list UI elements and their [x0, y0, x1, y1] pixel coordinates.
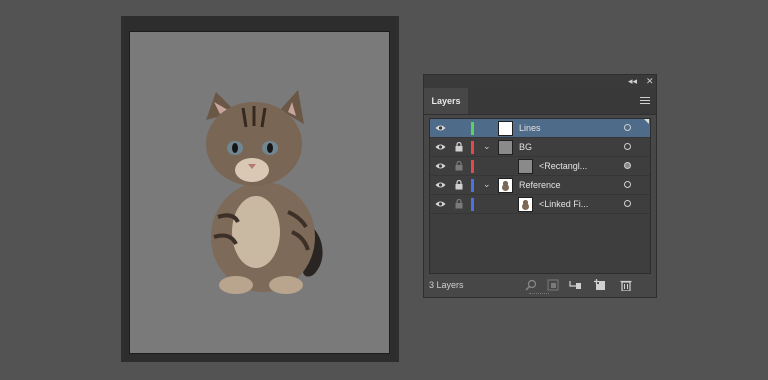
target-circle-icon[interactable]	[624, 124, 631, 131]
artboard-frame	[121, 16, 399, 362]
target-circle-icon[interactable]	[624, 200, 631, 207]
target-circle-icon[interactable]	[624, 143, 631, 150]
target-circle-icon[interactable]	[624, 181, 631, 188]
layer-name[interactable]: Reference	[519, 176, 561, 195]
layer-thumbnail-kitten	[498, 178, 513, 193]
layers-panel: ◂◂ ✕ Layers Lines ⌄ BG <Rectangl... ⌄ Re…	[423, 74, 657, 298]
panel-footer: 3 Layers	[424, 275, 656, 297]
panel-resize-grip[interactable]	[529, 293, 549, 296]
lock-icon[interactable]	[455, 161, 463, 171]
collapse-panel-icon[interactable]: ◂◂	[628, 75, 637, 88]
layer-count: 3 Layers	[429, 280, 464, 290]
visibility-eye-icon[interactable]	[435, 143, 446, 151]
layer-thumbnail-kitten	[518, 197, 533, 212]
target-circle-icon[interactable]	[624, 162, 631, 169]
panel-tab-row: Layers	[424, 88, 656, 115]
layer-row-reference[interactable]: ⌄ Reference	[430, 176, 650, 195]
trash-icon[interactable]	[620, 279, 632, 291]
artboard[interactable]	[129, 31, 390, 354]
layer-color-indicator	[471, 160, 474, 173]
layers-list: Lines ⌄ BG <Rectangl... ⌄ Reference <Lin…	[429, 118, 651, 274]
layer-color-indicator	[471, 141, 474, 154]
layer-row-lines[interactable]: Lines	[430, 119, 650, 138]
layer-thumbnail	[498, 121, 513, 136]
chevron-down-icon[interactable]: ⌄	[483, 179, 491, 190]
layer-row-bg[interactable]: ⌄ BG	[430, 138, 650, 157]
visibility-eye-icon[interactable]	[435, 181, 446, 189]
layer-name[interactable]: BG	[519, 138, 532, 157]
layer-name[interactable]: Lines	[519, 119, 541, 138]
selection-corner-indicator	[644, 119, 649, 124]
close-panel-icon[interactable]: ✕	[646, 75, 654, 88]
layer-name[interactable]: <Rectangl...	[539, 157, 587, 176]
lock-icon[interactable]	[455, 142, 463, 152]
panel-titlebar[interactable]: ◂◂ ✕	[424, 75, 656, 88]
visibility-eye-icon[interactable]	[435, 124, 446, 132]
lock-icon[interactable]	[455, 199, 463, 209]
sublayer-icon[interactable]	[569, 279, 581, 291]
layer-color-indicator	[471, 198, 474, 211]
visibility-eye-icon[interactable]	[435, 200, 446, 208]
layer-color-indicator	[471, 122, 474, 135]
layer-color-indicator	[471, 179, 474, 192]
visibility-eye-icon[interactable]	[435, 162, 446, 170]
kitten-image[interactable]	[188, 82, 338, 297]
layer-name[interactable]: <Linked Fi...	[539, 195, 588, 214]
lock-icon[interactable]	[455, 180, 463, 190]
layer-thumbnail	[518, 159, 533, 174]
tab-layers[interactable]: Layers	[424, 88, 468, 114]
chevron-down-icon[interactable]: ⌄	[483, 141, 491, 152]
panel-menu-icon[interactable]	[640, 97, 650, 106]
layer-row-linked-file[interactable]: <Linked Fi...	[430, 195, 650, 214]
search-icon[interactable]	[525, 279, 537, 291]
new-layer-icon[interactable]	[594, 279, 606, 291]
layer-thumbnail	[498, 140, 513, 155]
clipping-mask-icon[interactable]	[547, 279, 559, 291]
layer-row-rectangle[interactable]: <Rectangl...	[430, 157, 650, 176]
